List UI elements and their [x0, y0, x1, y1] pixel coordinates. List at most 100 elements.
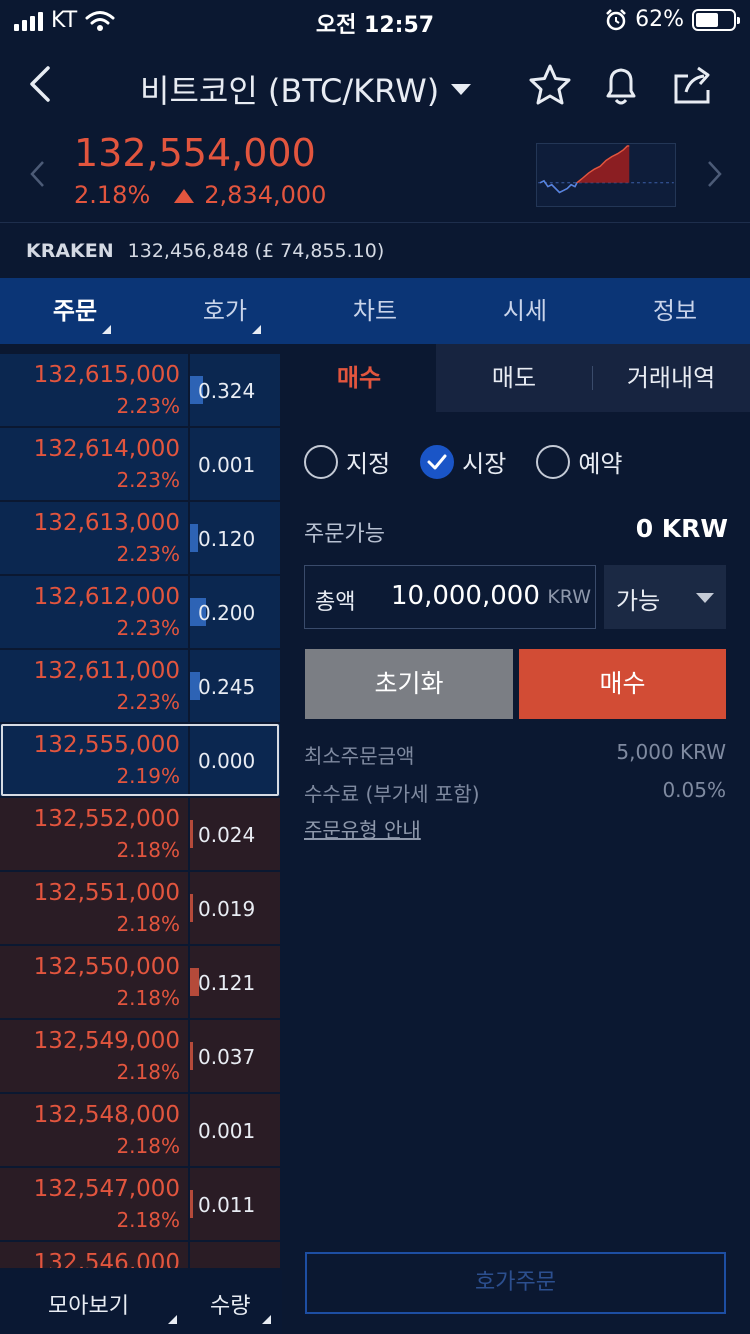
row-quantity: 0.037	[198, 1045, 256, 1069]
tab-quote[interactable]: 시세	[450, 278, 600, 344]
order-panel: 매수 매도 거래내역 지정 시장 예약 주문가능 0 KRW 총액 10,000…	[282, 344, 750, 1334]
quantity-cell: 0.037	[190, 1020, 280, 1092]
orderbook-row[interactable]: 132,550,000 2.18% 0.121	[0, 946, 282, 1018]
chevron-left-icon[interactable]	[28, 159, 48, 189]
amount-unit: KRW	[547, 586, 591, 608]
orderbook-row[interactable]: 132,614,000 2.23% 0.001	[0, 428, 282, 500]
alarm-icon	[606, 8, 626, 30]
orderbook-row[interactable]: 132,615,000 2.23% 0.324	[0, 354, 282, 426]
depth-bar	[190, 1190, 193, 1218]
row-quantity: 0.011	[198, 1193, 256, 1217]
tab-buy[interactable]: 매수	[282, 344, 436, 412]
battery-icon	[692, 8, 740, 31]
order-type-guide: 주문유형 안내	[304, 814, 726, 843]
row-percent: 2.23%	[116, 542, 180, 566]
coin-selector[interactable]: 비트코인 (BTC/KRW)	[140, 66, 472, 112]
order-type-guide-link[interactable]: 주문유형 안내	[304, 818, 421, 842]
price-cell: 132,613,000 2.23%	[0, 502, 188, 574]
row-quantity: 0.324	[198, 379, 256, 403]
price-cell: 132,612,000 2.23%	[0, 576, 188, 648]
row-percent: 2.18%	[116, 1208, 180, 1232]
page-title: 비트코인 (BTC/KRW)	[140, 72, 440, 110]
price-cell: 132,614,000 2.23%	[0, 428, 188, 500]
up-triangle-icon	[174, 189, 195, 203]
row-percent: 2.18%	[116, 838, 180, 862]
orderbook-row[interactable]: 132,546,000	[0, 1242, 282, 1268]
quantity-cell: 0.011	[190, 1168, 280, 1240]
share-icon[interactable]	[670, 62, 716, 108]
star-icon[interactable]	[527, 62, 573, 108]
group-view-button[interactable]: 모아보기	[48, 1288, 129, 1320]
order-type-group: 지정 시장 예약	[304, 444, 623, 479]
tab-chart[interactable]: 차트	[300, 278, 450, 344]
radio-circle-icon	[304, 444, 338, 479]
row-quantity: 0.001	[198, 1119, 256, 1143]
exchange-value: 132,456,848 (£ 74,855.10)	[127, 240, 385, 262]
caret-down-icon	[451, 83, 472, 95]
row-price: 132,549,000	[33, 1028, 180, 1054]
orderbook-row[interactable]: 132,547,000 2.18% 0.011	[0, 1168, 282, 1240]
exchange-name: KRAKEN	[26, 240, 114, 262]
orderbook-row[interactable]: 132,549,000 2.18% 0.037	[0, 1020, 282, 1092]
available-value: 0 KRW	[635, 514, 728, 543]
change-percent: 2.18%	[74, 181, 151, 209]
quantity-cell: 0.001	[190, 1094, 280, 1166]
nav-bar: 비트코인 (BTC/KRW)	[0, 50, 750, 120]
orderbook-row-current[interactable]: 132,555,000 2.19% 0.000	[0, 724, 282, 796]
tab-info[interactable]: 정보	[600, 278, 750, 344]
hoga-order-button[interactable]: 호가주문	[305, 1252, 726, 1314]
price-summary: 132,554,000 2.18% 2,834,000	[0, 125, 750, 221]
row-price: 132,546,000	[33, 1250, 180, 1268]
quantity-toggle-button[interactable]: 수량	[210, 1288, 250, 1320]
quantity-cell: 0.019	[190, 872, 280, 944]
orderbook-row[interactable]: 132,613,000 2.23% 0.120	[0, 502, 282, 574]
order-type-reserve[interactable]: 예약	[536, 444, 623, 479]
row-price: 132,613,000	[33, 510, 180, 536]
orderbook-row[interactable]: 132,551,000 2.18% 0.019	[0, 872, 282, 944]
price-cell: 132,552,000 2.18%	[0, 798, 188, 870]
available-label: 주문가능	[304, 522, 385, 547]
tab-separator	[592, 366, 593, 390]
amount-value: 10,000,000	[391, 581, 540, 611]
orderbook-row[interactable]: 132,552,000 2.18% 0.024	[0, 798, 282, 870]
amount-preset-select[interactable]: 가능	[604, 565, 726, 629]
tab-hoga[interactable]: 호가	[150, 278, 300, 344]
tab-history[interactable]: 거래내역	[592, 344, 750, 412]
row-quantity: 0.001	[198, 453, 256, 477]
order-type-limit[interactable]: 지정	[304, 444, 390, 479]
tab-order[interactable]: 주문	[0, 278, 150, 344]
depth-bar	[190, 1042, 193, 1070]
row-percent: 2.23%	[116, 394, 180, 418]
price-cell: 132,548,000 2.18%	[0, 1094, 188, 1166]
row-percent: 2.23%	[116, 616, 180, 640]
row-quantity: 0.024	[198, 823, 256, 847]
quantity-cell	[190, 1242, 280, 1268]
quantity-cell: 0.121	[190, 946, 280, 1018]
row-price: 132,615,000	[33, 362, 180, 388]
orderbook-row[interactable]: 132,612,000 2.23% 0.200	[0, 576, 282, 648]
divider	[0, 222, 750, 223]
depth-bar	[190, 524, 198, 552]
quantity-cell: 0.001	[190, 428, 280, 500]
corner-marker-icon	[102, 325, 111, 334]
row-percent: 2.18%	[116, 1134, 180, 1158]
main-tabs: 주문 호가 차트 시세 정보	[0, 278, 750, 344]
order-book[interactable]: 132,615,000 2.23% 0.324 132,614,000 2.23% 0.0…	[0, 352, 282, 1268]
bell-icon[interactable]	[598, 62, 644, 108]
order-type-market[interactable]: 시장	[420, 444, 506, 479]
row-price: 132,552,000	[33, 806, 180, 832]
exchange-reference: KRAKEN 132,456,848 (£ 74,855.10)	[26, 240, 384, 262]
orderbook-row[interactable]: 132,548,000 2.18% 0.001	[0, 1094, 282, 1166]
total-amount-field[interactable]: 총액 10,000,000 KRW	[304, 565, 596, 629]
buy-button[interactable]: 매수	[519, 649, 726, 719]
reset-button[interactable]: 초기화	[305, 649, 513, 719]
corner-marker-icon	[252, 325, 261, 334]
back-icon[interactable]	[24, 62, 60, 106]
orderbook-row[interactable]: 132,611,000 2.23% 0.245	[0, 650, 282, 722]
radio-circle-icon	[536, 444, 571, 479]
chevron-right-icon[interactable]	[704, 159, 724, 189]
row-price: 132,611,000	[33, 658, 180, 684]
tab-sell[interactable]: 매도	[436, 344, 592, 412]
mini-chart[interactable]	[536, 143, 676, 207]
price-cell: 132,550,000 2.18%	[0, 946, 188, 1018]
